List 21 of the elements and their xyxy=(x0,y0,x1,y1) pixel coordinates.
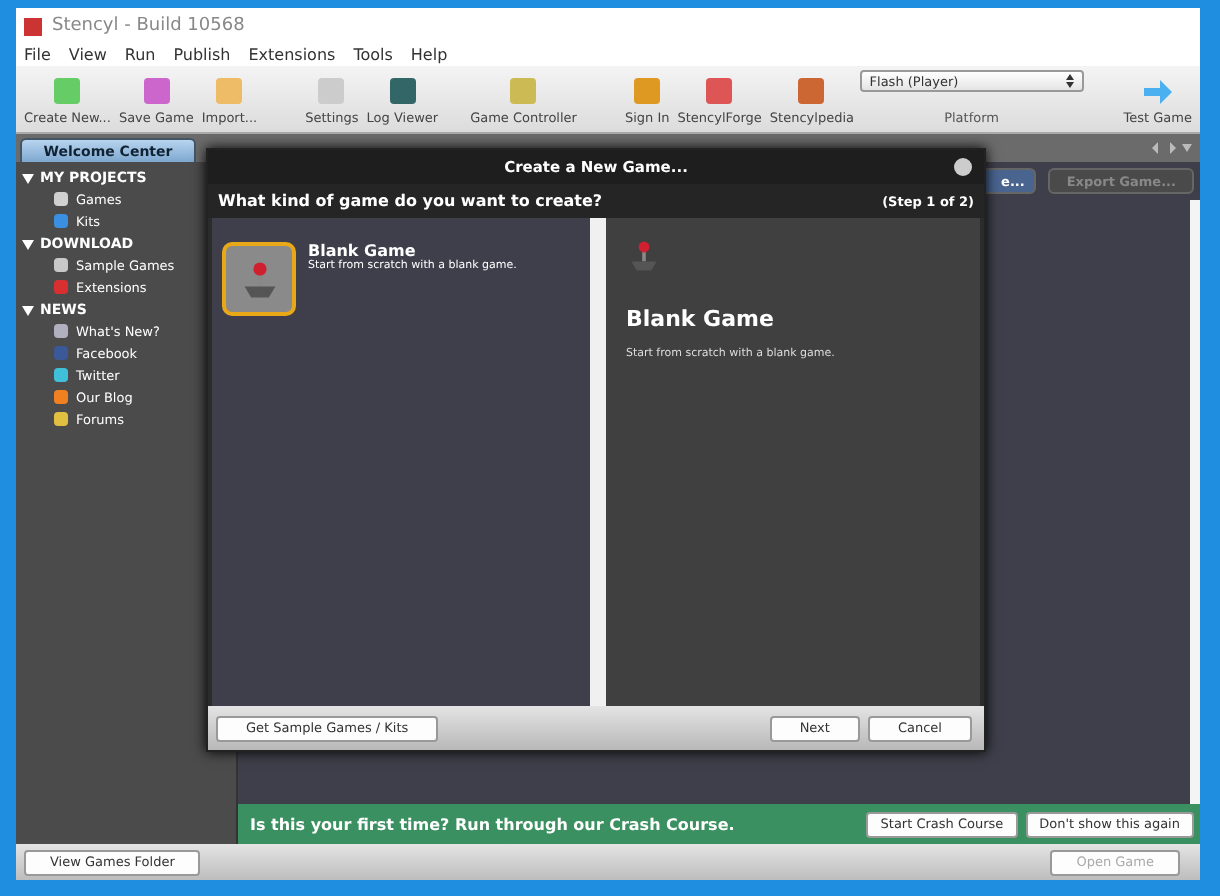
detail-title: Blank Game xyxy=(626,306,776,332)
window-title: Stencyl - Build 10568 xyxy=(52,16,245,36)
joystick-icon xyxy=(626,238,662,274)
dropdown-arrows-icon xyxy=(1065,74,1074,88)
expand-triangle-icon[interactable] xyxy=(22,237,34,249)
expand-triangle-icon[interactable] xyxy=(22,303,34,315)
dialog-question: What kind of game do you want to create? xyxy=(218,192,603,210)
menu-item[interactable]: Tools xyxy=(353,46,393,64)
close-button[interactable] xyxy=(954,158,972,176)
menu-item[interactable]: File xyxy=(24,46,51,64)
tab-scroll-icon xyxy=(1152,142,1192,154)
menu-item[interactable]: Run xyxy=(124,46,156,64)
app-logo-icon xyxy=(24,17,42,35)
banner-text: Is this your first time? Run through our Crash Course. xyxy=(250,815,735,833)
menu-item[interactable]: Extensions xyxy=(248,46,336,64)
menu-item[interactable]: Help xyxy=(410,46,448,64)
expand-triangle-icon[interactable] xyxy=(22,171,34,183)
arrow-icon xyxy=(1143,80,1172,104)
menu-item[interactable]: View xyxy=(68,46,107,64)
menu-item[interactable]: Publish xyxy=(173,46,231,64)
item-title: Blank Game xyxy=(308,242,416,260)
